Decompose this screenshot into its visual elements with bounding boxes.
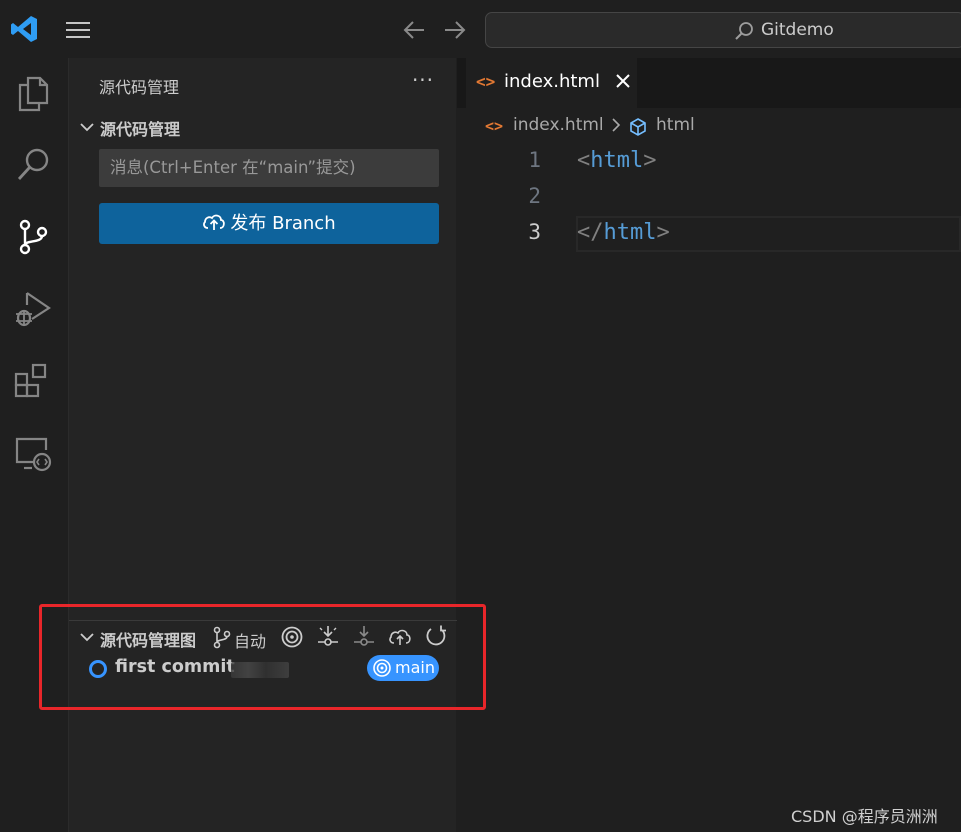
fetch-icon[interactable] [315, 624, 343, 652]
code-line-current: 3 </html> [457, 216, 961, 252]
branch-badge: main [367, 655, 439, 681]
section-divider [69, 620, 457, 621]
menu-icon[interactable] [63, 17, 93, 43]
code-line: 2 [457, 180, 961, 216]
graph-section-header[interactable]: 源代码管理图 自动 [75, 624, 455, 652]
extensions-icon[interactable] [12, 360, 54, 402]
commit-message: first commit [115, 657, 235, 677]
command-center-search[interactable]: Gitdemo [485, 12, 961, 48]
code-line: 1 <html> [457, 144, 961, 180]
cloud-upload-icon [203, 214, 226, 230]
activity-bar [0, 58, 68, 832]
target-icon [373, 659, 391, 677]
search-icon[interactable] [12, 144, 54, 186]
tab-bar: <> index.html [457, 58, 961, 108]
commit-message-input[interactable]: 消息(Ctrl+Enter 在“main”提交) [99, 149, 439, 187]
more-actions-icon[interactable]: ··· [408, 68, 438, 98]
arrow-left-icon[interactable] [399, 15, 429, 45]
files-icon[interactable] [12, 72, 54, 114]
commit-author-blurred [231, 662, 289, 678]
breadcrumb-file[interactable]: index.html [513, 115, 604, 135]
cloud-upload-icon[interactable] [387, 624, 415, 652]
remote-explorer-icon[interactable] [12, 432, 54, 474]
auto-label[interactable]: 自动 [234, 628, 266, 652]
target-icon[interactable] [279, 624, 307, 652]
commit-node-icon [89, 660, 107, 678]
branch-label: main [395, 658, 435, 677]
code-text: <html> [577, 148, 657, 173]
html-file-icon: <> [476, 72, 496, 91]
arrow-right-icon[interactable] [440, 15, 470, 45]
chevron-down-icon [80, 123, 94, 132]
watermark: CSDN @程序员洲洲 [791, 807, 938, 826]
html-file-icon: <> [485, 117, 504, 135]
commit-row[interactable]: first commit main [83, 654, 443, 684]
scm-section-title: 源代码管理 [100, 120, 181, 139]
close-icon[interactable] [611, 69, 635, 93]
code-text: </html> [577, 220, 670, 245]
publish-branch-button[interactable]: 发布 Branch [99, 203, 439, 244]
run-debug-icon[interactable] [12, 288, 54, 330]
line-number: 3 [528, 220, 541, 244]
branch-filter-icon[interactable] [209, 624, 237, 652]
editor-area: <> index.html <> index.html html 1 <html… [457, 58, 961, 832]
line-number: 2 [528, 184, 541, 208]
line-number: 1 [528, 148, 541, 172]
publish-branch-label: 发布 Branch [230, 213, 336, 234]
breadcrumb-symbol[interactable]: html [656, 115, 695, 135]
tab-index-html[interactable]: <> index.html [466, 58, 637, 108]
scm-sidebar: 源代码管理 ··· 源代码管理 消息(Ctrl+Enter 在“main”提交)… [68, 58, 457, 832]
chevron-right-icon [609, 115, 623, 140]
pull-icon[interactable] [351, 624, 379, 652]
chevron-down-icon [80, 633, 94, 642]
vscode-logo-icon [9, 14, 39, 44]
graph-section-title: 源代码管理图 [100, 631, 197, 650]
symbol-element-icon [630, 118, 646, 136]
title-bar: Gitdemo [0, 0, 961, 58]
tab-label: index.html [504, 71, 600, 92]
command-center-text: Gitdemo [761, 20, 834, 40]
search-icon [733, 20, 755, 42]
source-control-icon[interactable] [12, 216, 54, 258]
scm-section-header[interactable]: 源代码管理 [75, 114, 435, 140]
refresh-icon[interactable] [423, 624, 451, 652]
sidebar-title: 源代码管理 [99, 78, 180, 97]
